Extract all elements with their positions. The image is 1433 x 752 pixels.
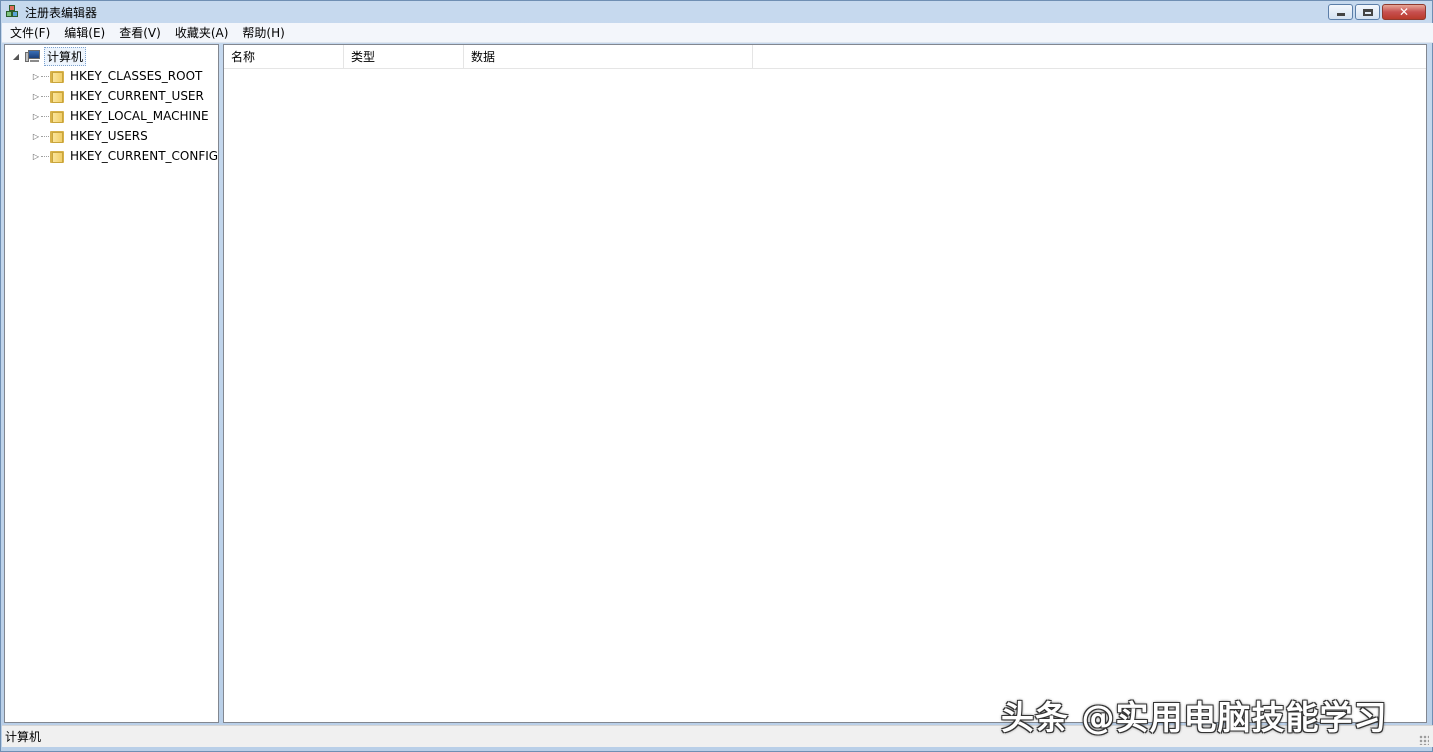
expand-arrow-icon[interactable]: ▷ <box>31 131 41 141</box>
menu-bar: 文件(F) 编辑(E) 查看(V) 收藏夹(A) 帮助(H) <box>2 23 1433 43</box>
tree-item-computer[interactable]: ◢ 计算机 <box>11 46 87 66</box>
tree-item-hkey-classes-root[interactable]: ▷ HKEY_CLASSES_ROOT <box>31 66 203 86</box>
tree-item-hkey-current-user[interactable]: ▷ HKEY_CURRENT_USER <box>31 86 205 106</box>
column-header-type[interactable]: 类型 <box>344 45 464 69</box>
tree-item-label: HKEY_LOCAL_MACHINE <box>70 109 209 123</box>
folder-icon <box>49 150 65 163</box>
menu-view[interactable]: 查看(V) <box>112 23 168 43</box>
tree-item-label: 计算机 <box>44 46 87 66</box>
tree-item-hkey-local-machine[interactable]: ▷ HKEY_LOCAL_MACHINE <box>31 106 210 126</box>
menu-favorites[interactable]: 收藏夹(A) <box>168 23 236 43</box>
folder-icon <box>49 130 65 143</box>
menu-edit[interactable]: 编辑(E) <box>57 23 112 43</box>
column-header-name[interactable]: 名称 <box>224 45 344 69</box>
tree-item-label: HKEY_CLASSES_ROOT <box>70 69 203 83</box>
watermark: 头条 @实用电脑技能学习 <box>1001 698 1388 737</box>
expand-arrow-icon[interactable]: ▷ <box>31 151 41 161</box>
tree-item-label: HKEY_CURRENT_CONFIG <box>70 149 219 163</box>
collapse-arrow-icon[interactable]: ◢ <box>11 51 21 61</box>
computer-icon <box>25 49 41 63</box>
tree-item-label: HKEY_CURRENT_USER <box>70 89 204 103</box>
title-bar[interactable]: 注册表编辑器 ✕ <box>1 1 1432 23</box>
expand-arrow-icon[interactable]: ▷ <box>31 71 41 81</box>
expand-arrow-icon[interactable]: ▷ <box>31 111 41 121</box>
list-header: 名称 类型 数据 <box>224 45 1426 69</box>
close-icon: ✕ <box>1398 5 1410 19</box>
status-text: 计算机 <box>5 730 42 744</box>
registry-editor-icon <box>5 4 21 20</box>
minimize-button[interactable] <box>1328 4 1353 20</box>
window-title: 注册表编辑器 <box>25 5 98 20</box>
maximize-icon <box>1362 8 1373 16</box>
folder-icon <box>49 110 65 123</box>
expand-arrow-icon[interactable]: ▷ <box>31 91 41 101</box>
folder-icon <box>49 90 65 103</box>
registry-editor-window: 注册表编辑器 ✕ 文件(F) 编辑(E) 查看(V) 收藏夹(A) 帮助(H) … <box>0 0 1433 752</box>
values-list[interactable]: 名称 类型 数据 <box>223 44 1427 723</box>
menu-help[interactable]: 帮助(H) <box>235 23 291 43</box>
registry-tree[interactable]: ◢ 计算机 ▷ HKEY_CLASSES_ROOT ▷ HKEY_CURRENT… <box>4 44 219 723</box>
window-controls: ✕ <box>1328 4 1426 20</box>
tree-item-label: HKEY_USERS <box>70 129 148 143</box>
tree-item-hkey-users[interactable]: ▷ HKEY_USERS <box>31 126 149 146</box>
tree-item-hkey-current-config[interactable]: ▷ HKEY_CURRENT_CONFIG <box>31 146 219 166</box>
column-header-data[interactable]: 数据 <box>464 45 753 69</box>
close-button[interactable]: ✕ <box>1382 4 1426 20</box>
maximize-button[interactable] <box>1355 4 1380 20</box>
resize-grip-icon[interactable] <box>1419 735 1429 745</box>
minimize-icon <box>1336 13 1345 16</box>
menu-file[interactable]: 文件(F) <box>2 23 57 43</box>
folder-icon <box>49 70 65 83</box>
